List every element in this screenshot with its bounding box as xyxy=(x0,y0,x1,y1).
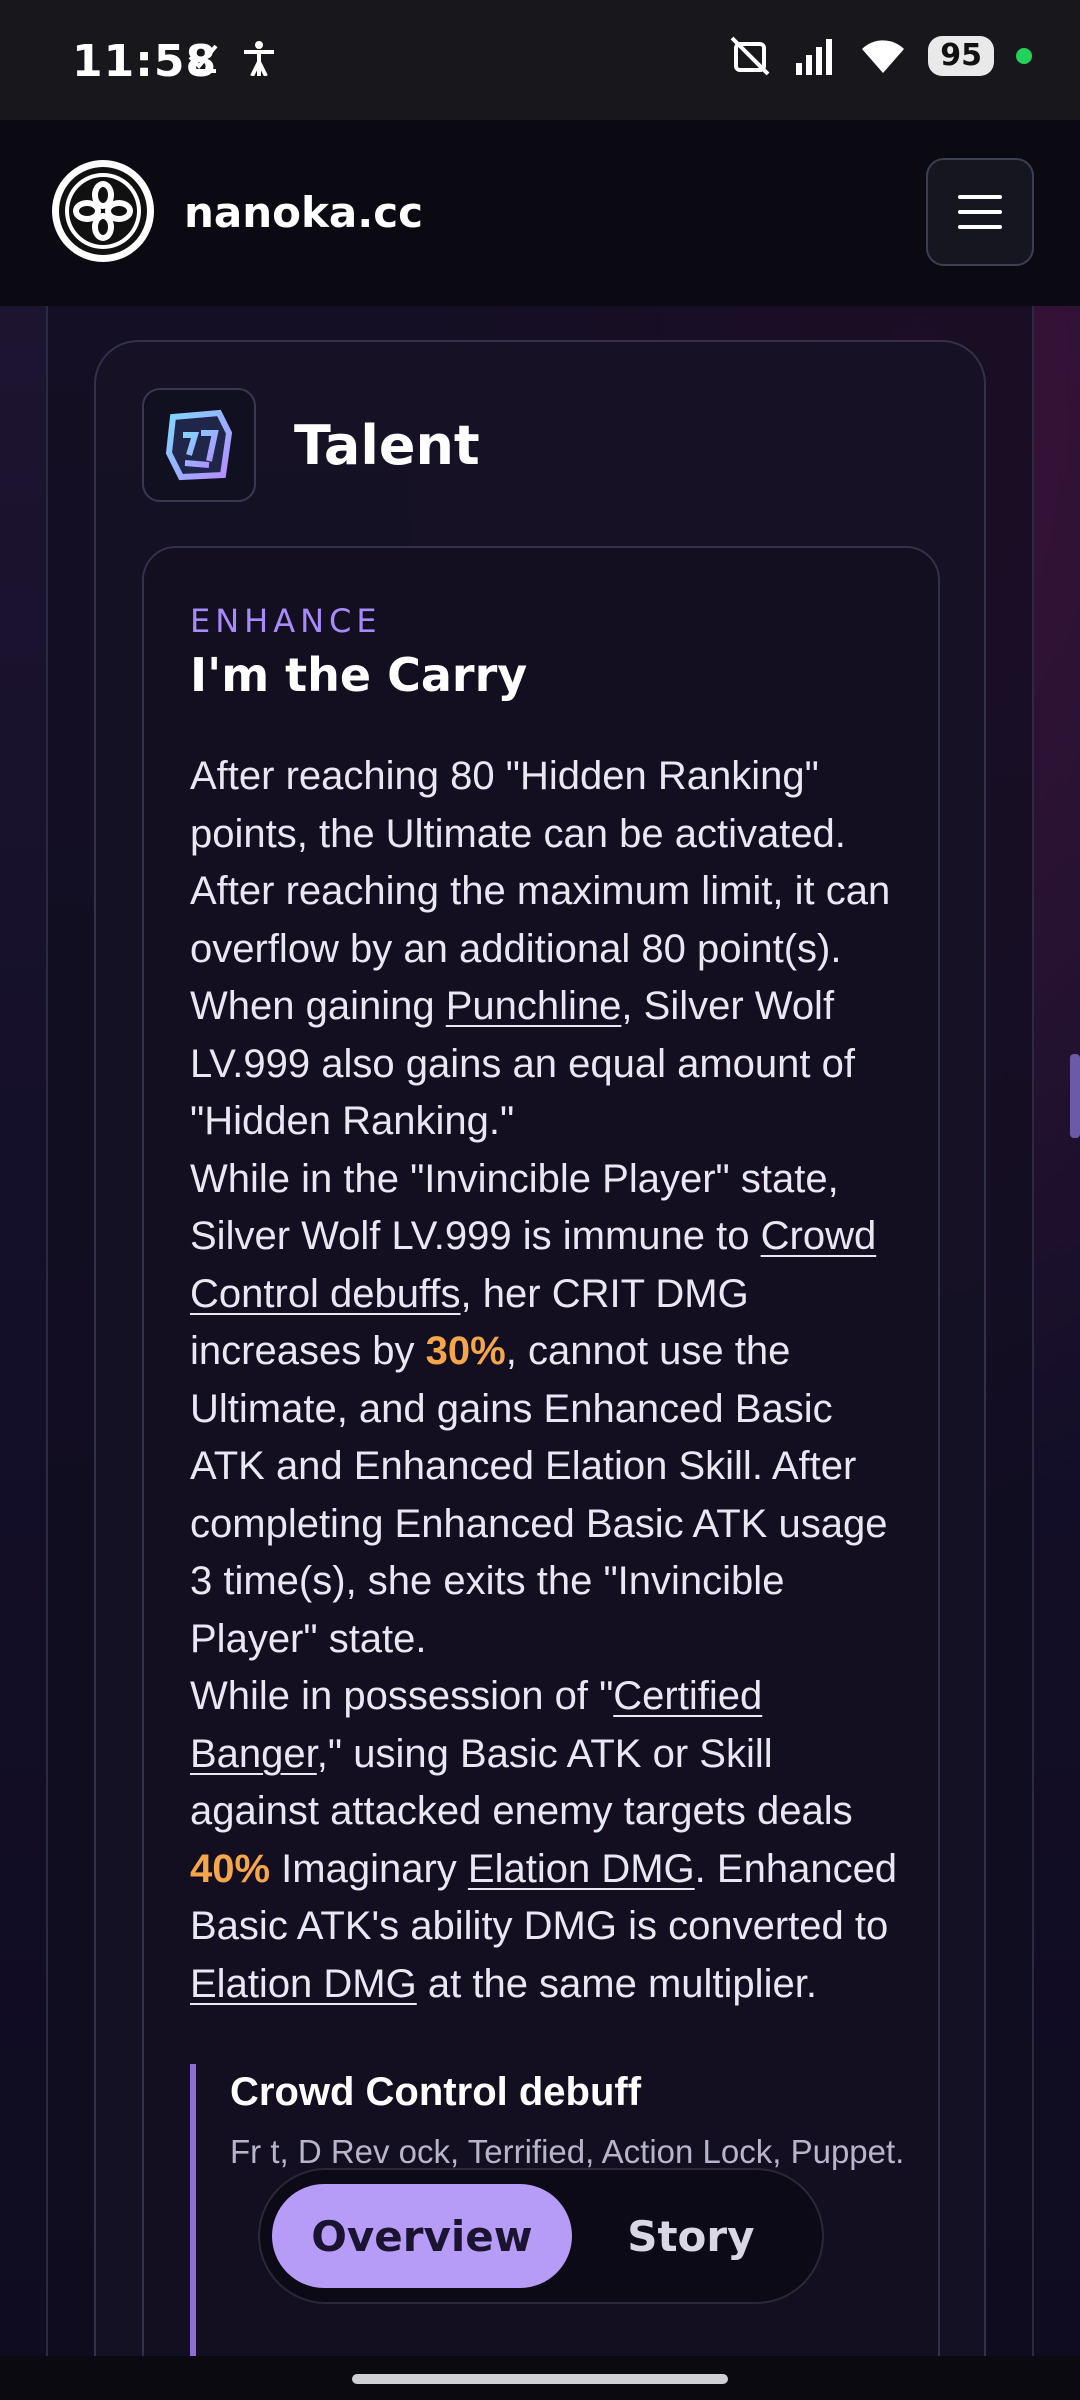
punchline-link[interactable]: Punchline xyxy=(446,984,622,1028)
note-title: Crowd Control debuff xyxy=(230,2070,642,2114)
elation-dmg-value: 40% xyxy=(190,1846,271,1891)
battery-level: 95 xyxy=(928,36,994,76)
page-content: Talent ENHANCE I'm the Carry After reach… xyxy=(0,306,1080,2356)
talent-description: After reaching 80 "Hidden Ranking" point… xyxy=(190,754,898,2006)
accessibility-icon xyxy=(244,41,274,76)
elation-dmg-link-2[interactable]: Elation DMG xyxy=(190,1962,417,2006)
home-indicator[interactable] xyxy=(352,2374,728,2384)
clover-logo-icon xyxy=(59,167,147,255)
tab-story[interactable]: Story xyxy=(572,2184,810,2288)
check-icon xyxy=(188,44,218,73)
site-logo[interactable] xyxy=(52,160,154,262)
status-bar: 11:58 95 xyxy=(0,0,1080,120)
tab-overview[interactable]: Overview xyxy=(272,2184,572,2288)
mute-icon xyxy=(730,36,770,76)
elation-dmg-link[interactable]: Elation DMG xyxy=(468,1847,695,1891)
section-title: Talent xyxy=(294,414,480,477)
crit-dmg-value: 30% xyxy=(425,1329,506,1373)
scrollbar-thumb[interactable] xyxy=(1070,1054,1080,1138)
talent-emblem-icon xyxy=(165,409,233,481)
wifi-icon xyxy=(862,40,905,73)
talent-tag: ENHANCE xyxy=(190,602,382,640)
signal-icon xyxy=(796,39,833,75)
top-nav: nanoka.cc xyxy=(0,120,1080,306)
view-tab-bar: Overview Story xyxy=(258,2168,824,2304)
site-name[interactable]: nanoka.cc xyxy=(184,188,423,237)
privacy-indicator xyxy=(1016,48,1032,64)
talent-icon xyxy=(142,388,256,502)
talent-detail-card: ENHANCE I'm the Carry After reaching 80 … xyxy=(142,546,940,2356)
menu-button[interactable] xyxy=(926,158,1034,266)
hamburger-icon xyxy=(958,195,1002,199)
talent-name: I'm the Carry xyxy=(190,648,528,702)
talent-card: Talent ENHANCE I'm the Carry After reach… xyxy=(94,340,986,2356)
